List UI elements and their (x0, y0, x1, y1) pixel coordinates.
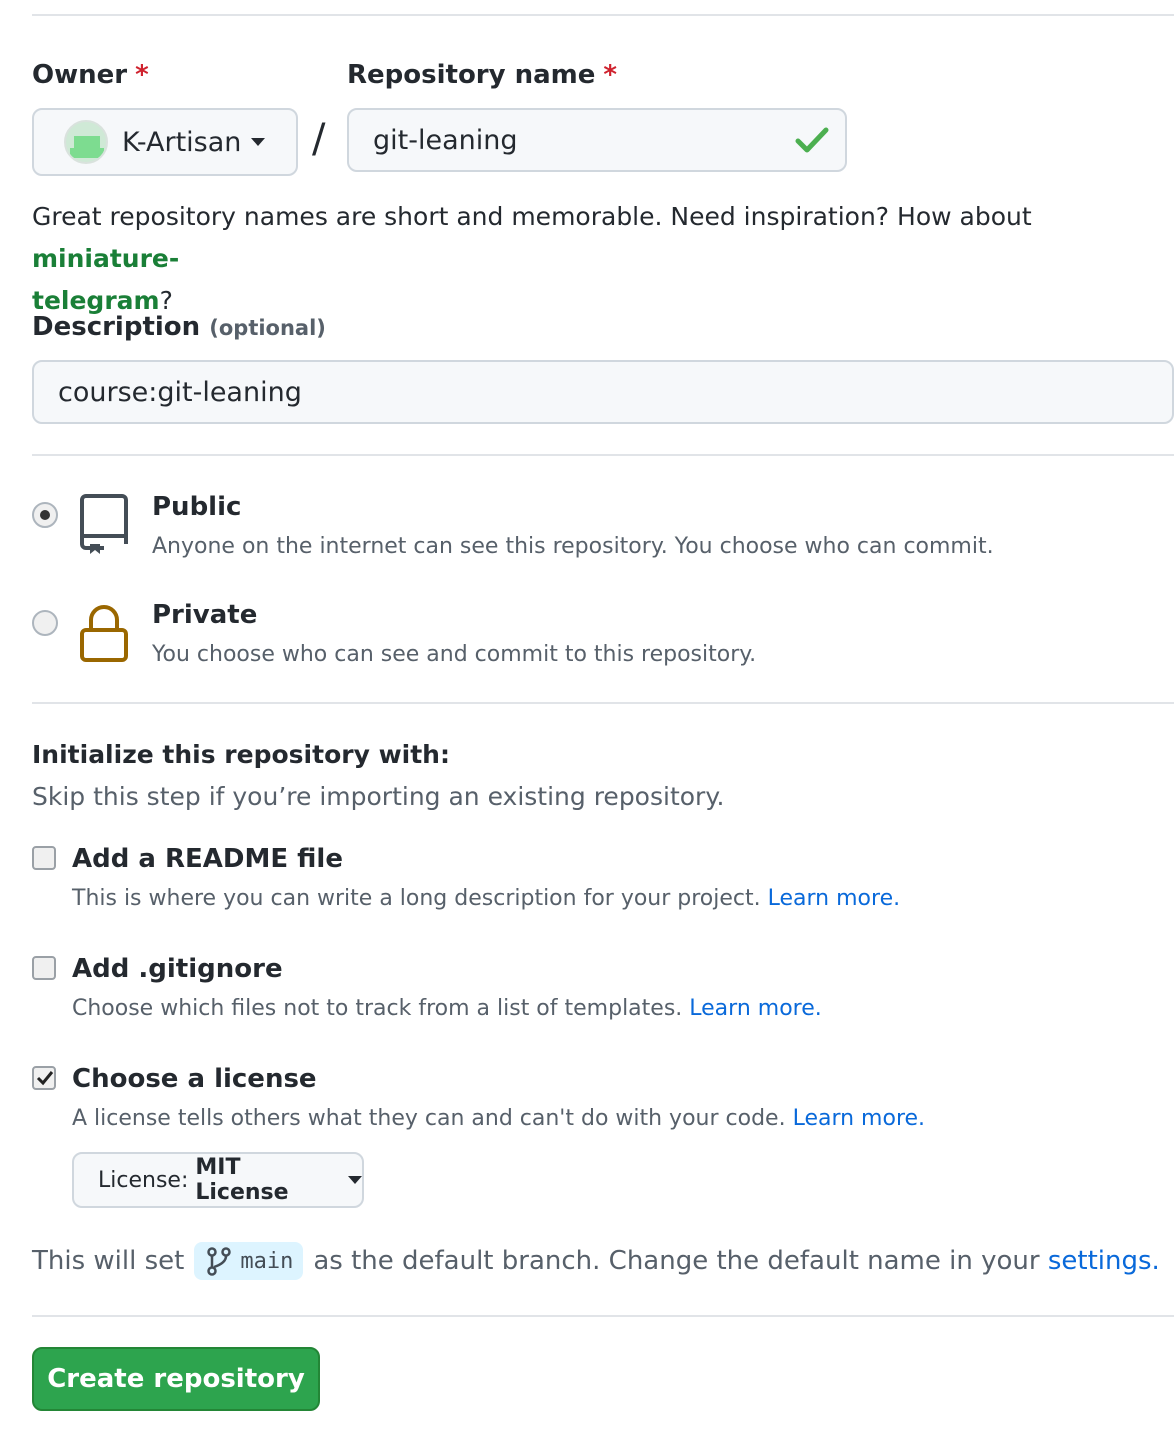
lock-icon (80, 605, 128, 662)
visibility-private-title: Private (152, 600, 258, 630)
visibility-public-radio[interactable] (32, 502, 58, 528)
checkmark-icon (36, 1071, 54, 1086)
repo-name-hint: Great repository names are short and mem… (32, 202, 1032, 315)
branch-badge: main (194, 1242, 304, 1280)
divider-submit (32, 1315, 1174, 1317)
owner-value: K-Artisan (122, 126, 242, 158)
license-desc: A license tells others what they can and… (72, 1106, 926, 1131)
init-title: Initialize this repository with: (32, 740, 450, 769)
owner-select[interactable]: K-Artisan (32, 108, 298, 176)
license-learn-more-link[interactable]: Learn more. (793, 1106, 925, 1131)
description-value: course:git-leaning (58, 377, 302, 408)
avatar (64, 120, 108, 164)
divider-visibility (32, 454, 1174, 456)
git-branch-icon (207, 1247, 232, 1276)
suggestion-link[interactable]: miniature-telegram (32, 244, 179, 315)
branch-name: main (240, 1248, 294, 1274)
repo-name-label: Repository name * (347, 60, 618, 90)
visibility-private-radio[interactable] (32, 610, 58, 636)
default-branch-note: This will set main as the default branch… (32, 1242, 1160, 1280)
gitignore-checkbox[interactable] (32, 956, 56, 980)
gitignore-desc: Choose which files not to track from a l… (72, 996, 822, 1021)
readme-learn-more-link[interactable]: Learn more. (768, 886, 900, 911)
license-label: Choose a license (72, 1064, 317, 1094)
owner-repo-separator: / (312, 116, 326, 162)
license-select-prefix: License: (98, 1167, 189, 1193)
description-label: Description (optional) (32, 312, 326, 342)
visibility-public-desc: Anyone on the internet can see this repo… (152, 534, 994, 559)
description-input[interactable]: course:git-leaning (32, 360, 1174, 424)
chevron-down-icon (251, 138, 266, 146)
visibility-private-desc: You choose who can see and commit to thi… (152, 642, 757, 667)
repo-name-input[interactable]: git-leaning (347, 108, 847, 172)
chevron-down-icon (348, 1176, 362, 1184)
init-subtitle: Skip this step if you’re importing an ex… (32, 782, 725, 811)
divider-init (32, 702, 1174, 704)
readme-label: Add a README file (72, 844, 343, 874)
license-checkbox[interactable] (32, 1066, 56, 1090)
visibility-public-title: Public (152, 492, 242, 522)
settings-link[interactable]: settings (1048, 1246, 1152, 1276)
repo-name-value: git-leaning (373, 125, 518, 156)
readme-desc: This is where you can write a long descr… (72, 886, 901, 911)
license-select[interactable]: License: MIT License (72, 1152, 364, 1208)
create-repository-button[interactable]: Create repository (32, 1347, 320, 1411)
license-select-value: MIT License (195, 1155, 289, 1205)
divider-top (32, 14, 1174, 16)
create-repository-label: Create repository (47, 1364, 305, 1394)
readme-checkbox[interactable] (32, 846, 56, 870)
gitignore-label: Add .gitignore (72, 954, 283, 984)
repo-icon (80, 494, 128, 554)
gitignore-learn-more-link[interactable]: Learn more. (689, 996, 821, 1021)
check-icon (795, 127, 829, 153)
owner-label: Owner * (32, 60, 149, 90)
